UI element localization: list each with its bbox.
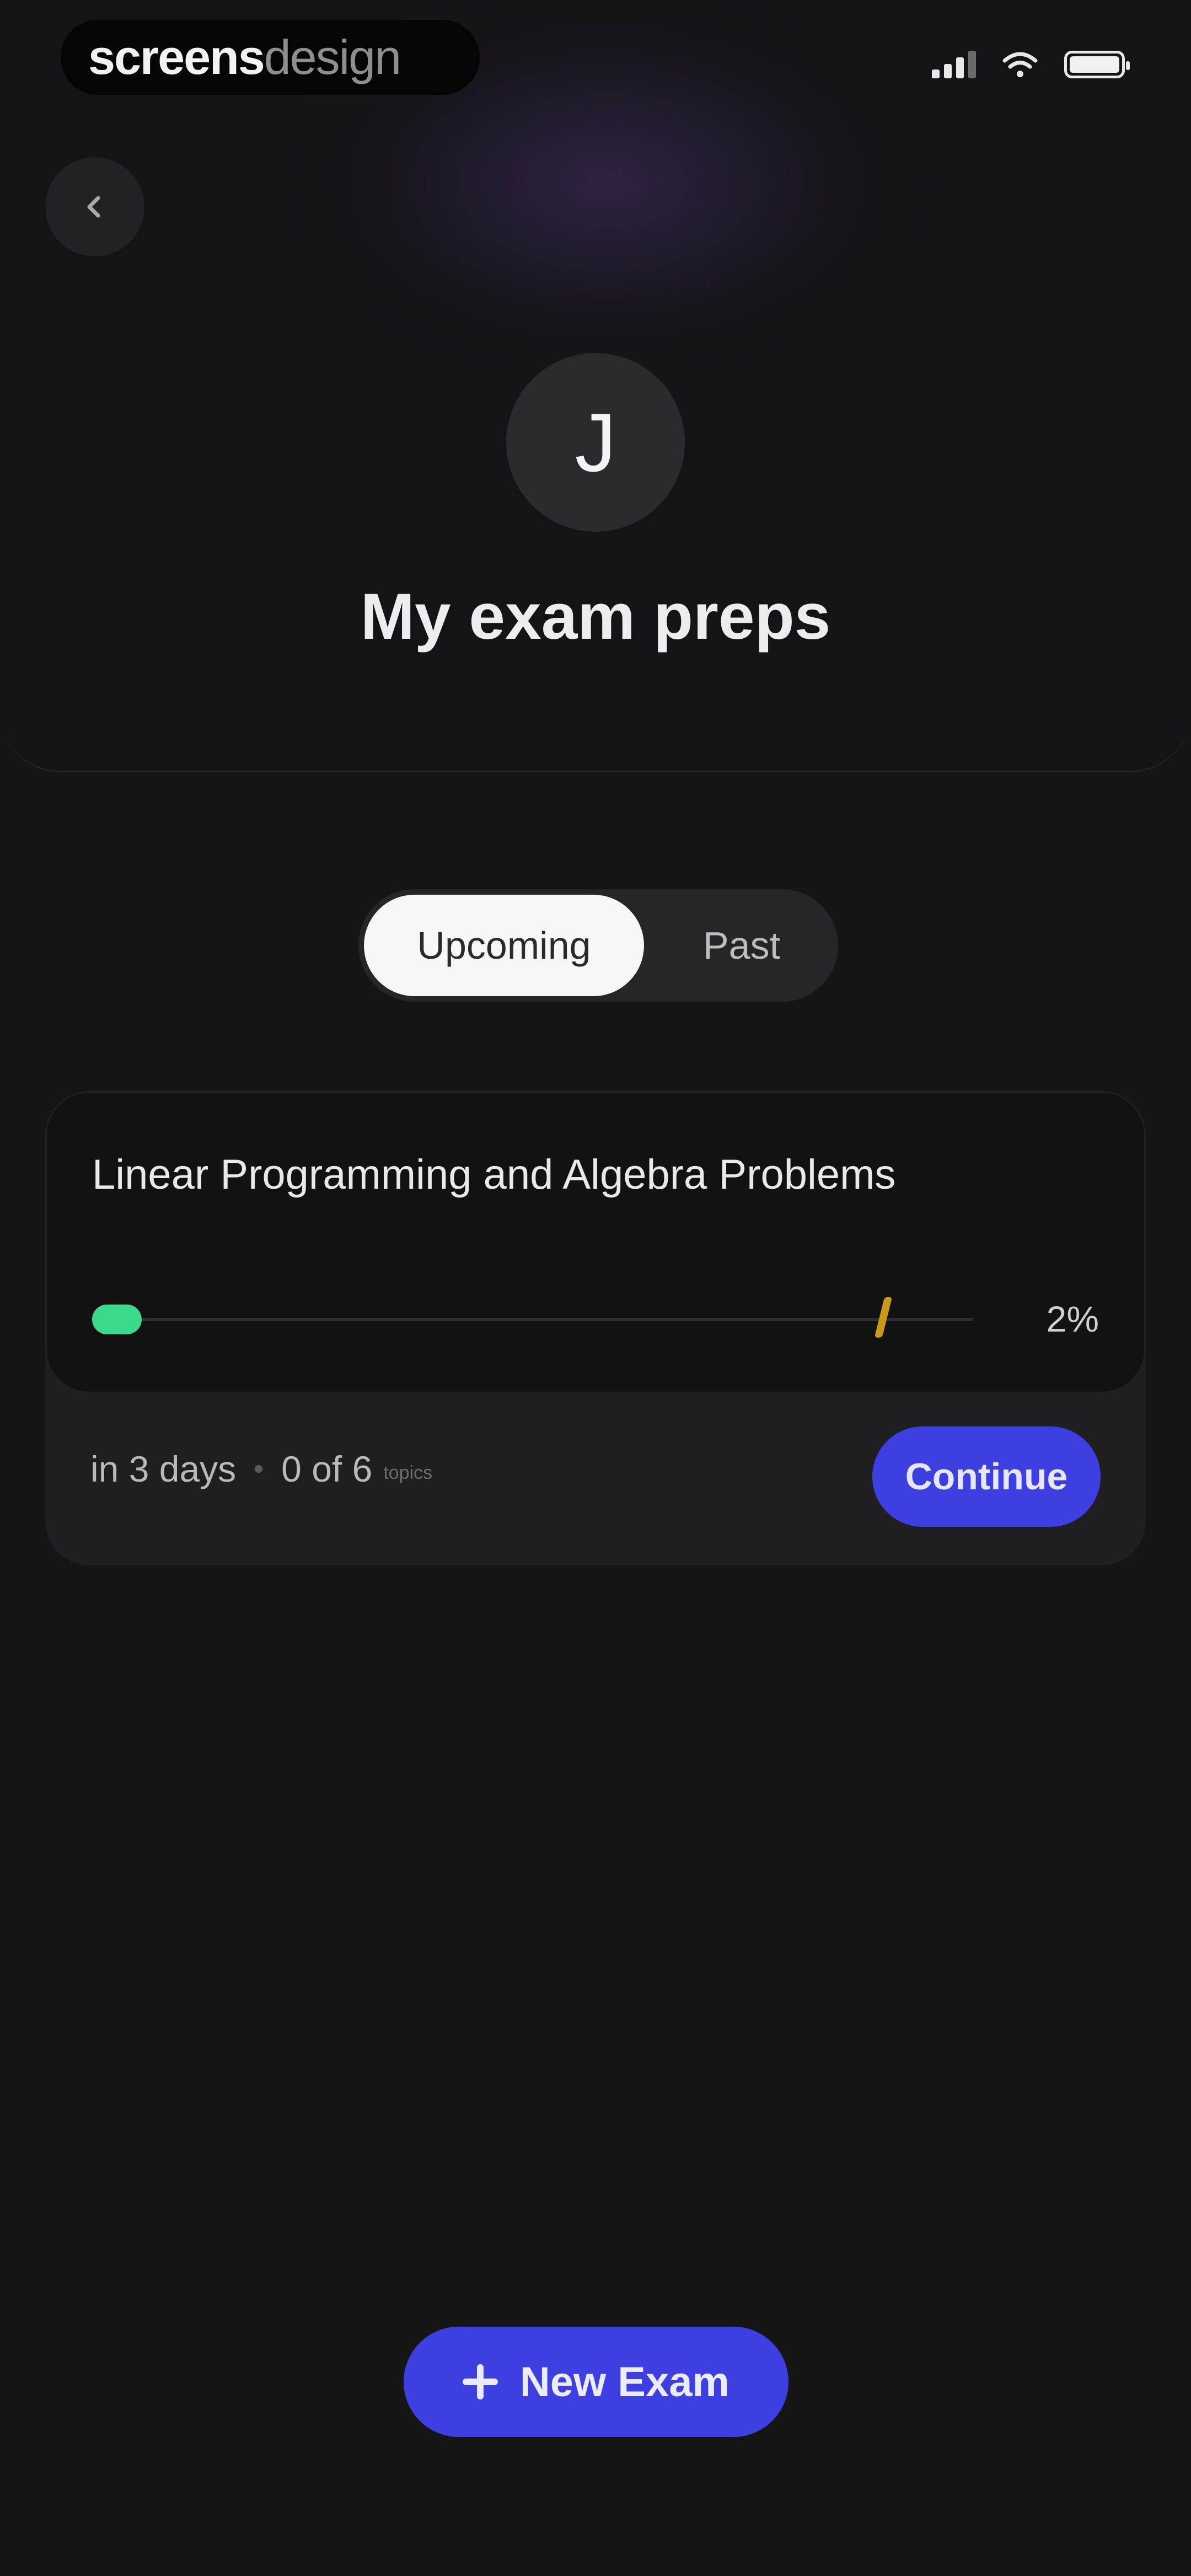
signal-icon (932, 51, 976, 78)
exam-preps-screen: screens design J My exam preps Upcoming P… (0, 0, 1191, 2576)
tab-upcoming[interactable]: Upcoming (364, 895, 644, 996)
brand-watermark: screens design (61, 20, 480, 95)
plus-icon (462, 2364, 498, 2399)
page-title: My exam preps (360, 580, 831, 653)
exam-meta: in 3 days 0 of 6 topics (90, 1444, 432, 1494)
progress-track (102, 1318, 973, 1321)
goal-marker (874, 1297, 893, 1338)
progress-fill (92, 1305, 142, 1334)
upcoming-past-segmented-control: Upcoming Past (358, 889, 838, 1002)
back-button[interactable] (45, 157, 144, 256)
exam-title: Linear Programming and Algebra Problems (92, 1151, 896, 1198)
brand-text-design: design (264, 30, 401, 84)
exam-card-body: Linear Programming and Algebra Problems … (45, 1091, 1146, 1393)
new-exam-label: New Exam (519, 2358, 730, 2406)
new-exam-button[interactable]: New Exam (404, 2327, 788, 2437)
brand-text-screens: screens (88, 30, 265, 84)
wifi-icon (1002, 52, 1038, 77)
continue-button[interactable]: Continue (872, 1426, 1101, 1527)
avatar[interactable]: J (506, 353, 685, 532)
status-icons (932, 51, 1130, 78)
progress-percent: 2% (1046, 1298, 1099, 1339)
battery-icon (1064, 51, 1130, 78)
due-text: in 3 days (90, 1449, 237, 1489)
topics-count: 0 of 6 (281, 1449, 373, 1489)
back-chevron-icon (87, 196, 100, 218)
tab-past[interactable]: Past (651, 895, 833, 996)
topics-label: topics (383, 1462, 433, 1483)
separator-dot (255, 1465, 263, 1473)
exam-card[interactable]: Linear Programming and Algebra Problems … (45, 1091, 1146, 1565)
